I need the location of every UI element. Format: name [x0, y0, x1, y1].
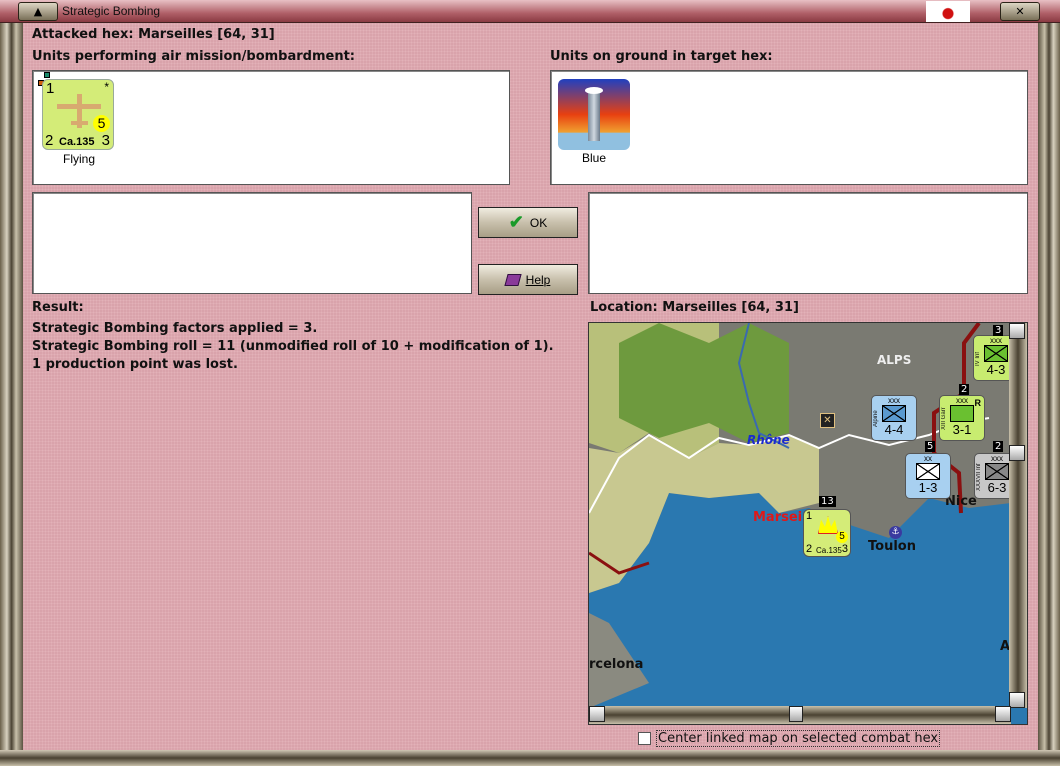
unit-status: Flying: [62, 152, 95, 166]
scroll-down-arrow-icon[interactable]: [1009, 692, 1025, 708]
map-unit-division[interactable]: xx 1-3: [905, 453, 951, 499]
counter-bottom-left: 2: [45, 132, 54, 149]
unit-name: IV Inf: [975, 352, 981, 367]
reserve-flag: R: [974, 398, 982, 408]
collapse-button[interactable]: ▲: [18, 2, 58, 21]
ground-unit[interactable]: Blue: [558, 79, 630, 169]
explosion-icon: [818, 516, 838, 534]
unit-name: Ca.135: [59, 136, 95, 148]
counter-bottom-right: 3: [841, 543, 848, 555]
center-map-label[interactable]: Center linked map on selected combat hex: [656, 730, 941, 747]
dialog-content: Attacked hex: Marseilles [64, 31] Units …: [23, 23, 1038, 750]
map-unit-xiii-garr[interactable]: XIII Garr xxx R 3-1: [939, 395, 985, 441]
infantry-symbol-icon: [985, 463, 1009, 480]
window-title: Strategic Bombing: [62, 4, 161, 18]
scroll-right-arrow-icon[interactable]: [995, 706, 1011, 722]
center-map-checkbox[interactable]: [638, 732, 651, 745]
nation-flag-icon: [926, 1, 970, 22]
window-frame-right: [1038, 23, 1060, 766]
port-anchor-icon: ⚓: [889, 526, 902, 539]
unit-strength: 1-3: [918, 480, 938, 495]
ok-button[interactable]: ✔ OK: [478, 207, 578, 238]
counter-bottom-left: 2: [806, 543, 813, 555]
attacker-details-box: [32, 192, 472, 294]
close-button[interactable]: ✕: [1000, 2, 1040, 21]
city-label-marseilles: Marsei: [753, 510, 803, 525]
unit-size: xx: [924, 454, 932, 463]
unit-name: XXXVII Inf: [976, 463, 982, 491]
counter-top-left: 1: [806, 510, 813, 522]
attackers-list[interactable]: 1 * 5 2 Ca.135 3 Flying: [32, 70, 510, 185]
result-line: 1 production point was lost.: [32, 357, 238, 372]
unit-name: Ca.135: [816, 546, 842, 555]
stack-count: 13: [819, 496, 836, 507]
counter-star: *: [104, 80, 109, 94]
defenders-label: Units on ground in target hex:: [550, 49, 773, 64]
vertical-scroll-thumb[interactable]: [1009, 445, 1025, 461]
city-label-toulon: Toulon: [868, 539, 916, 554]
stack-count: 2: [959, 384, 970, 395]
attacked-hex-label: Attacked hex: Marseilles [64, 31]: [32, 27, 275, 42]
unit-name: Alpine: [873, 410, 879, 428]
counter-bottom-right: 3: [101, 132, 110, 149]
attackers-label: Units performing air mission/bombardment…: [32, 49, 356, 64]
result-line: Strategic Bombing roll = 11 (unmodified …: [32, 339, 554, 354]
checkmark-icon: ✔: [508, 212, 524, 232]
map-horizontal-scrollbar[interactable]: [589, 706, 1011, 724]
ok-label: OK: [529, 215, 548, 230]
result-label: Result:: [32, 300, 84, 315]
result-line: Strategic Bombing factors applied = 3.: [32, 321, 318, 336]
factory-icon: [558, 79, 630, 150]
help-button[interactable]: Help: [478, 264, 578, 295]
status-marker-icon: [44, 72, 50, 78]
bombing-factor: 5: [93, 115, 110, 132]
bomber-counter: 1 * 5 2 Ca.135 3: [42, 79, 114, 150]
map-bomber-counter[interactable]: 1 5 2 Ca.135 3: [803, 509, 851, 557]
stack-count: 2: [993, 441, 1004, 452]
mountain-infantry-symbol-icon: [882, 405, 906, 422]
stack-count: 5: [925, 441, 936, 452]
bombing-factor: 5: [836, 531, 848, 543]
counter-top-left: 1: [46, 80, 55, 97]
help-book-icon: [504, 273, 522, 286]
location-label: Location: Marseilles [64, 31]: [590, 300, 799, 315]
region-label-alps: ALPS: [877, 353, 912, 367]
title-bar: ▲ Strategic Bombing ✕: [0, 0, 1060, 23]
infantry-symbol-icon: [916, 463, 940, 480]
scroll-left-arrow-icon[interactable]: [589, 706, 605, 722]
help-label: Help: [525, 272, 551, 287]
scroll-up-arrow-icon[interactable]: [1009, 323, 1025, 339]
garrison-symbol-icon: [950, 405, 974, 422]
horizontal-scroll-thumb[interactable]: [789, 706, 803, 722]
window-frame-bottom: [0, 750, 1060, 766]
air-unit[interactable]: 1 * 5 2 Ca.135 3 Flying: [38, 72, 119, 168]
unit-name: Blue: [581, 151, 607, 165]
river-label-rhone: Rhône: [747, 433, 790, 447]
map-unit-alpine[interactable]: Alpine xxx 4-4: [871, 395, 917, 441]
unit-name: XIII Garr: [941, 407, 947, 431]
mine-resource-icon: ✕: [820, 413, 835, 428]
location-map[interactable]: Rhône ALPS Marsei Toulon ⚓ Nice rcelona …: [588, 322, 1028, 725]
map-vertical-scrollbar[interactable]: [1009, 323, 1027, 708]
result-text: Strategic Bombing factors applied = 3. S…: [32, 320, 554, 374]
center-map-option[interactable]: Center linked map on selected combat hex: [638, 730, 941, 747]
defender-details-box: [588, 192, 1028, 294]
stack-count: 3: [993, 325, 1004, 336]
infantry-symbol-icon: [984, 345, 1008, 362]
city-label-barcelona: rcelona: [589, 657, 644, 672]
window-frame-left: [0, 23, 23, 766]
defenders-list[interactable]: Blue: [550, 70, 1028, 185]
